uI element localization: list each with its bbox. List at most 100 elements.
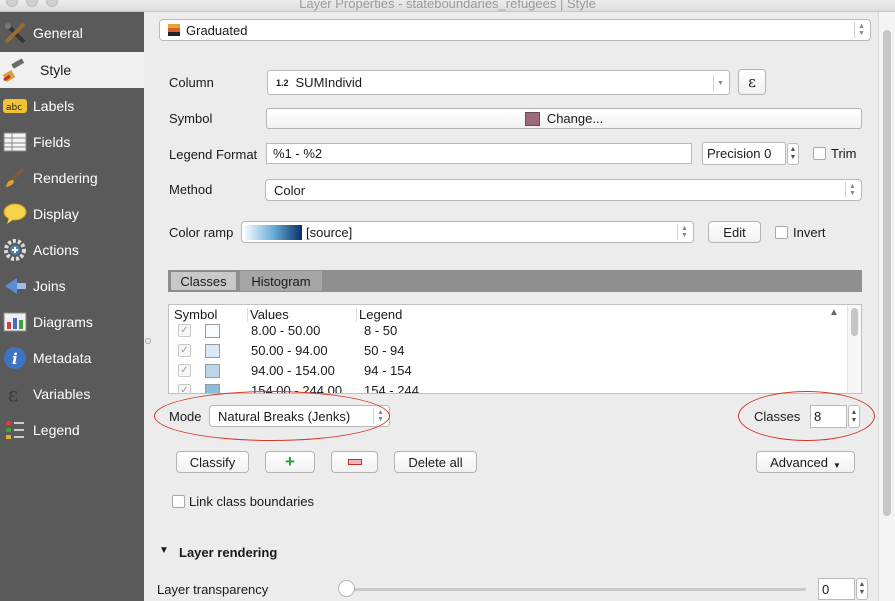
expression-button[interactable]: ε xyxy=(738,69,766,95)
class-visibility-checkbox[interactable]: ✓ xyxy=(178,364,191,377)
precision-input[interactable]: Precision 0 xyxy=(702,142,786,165)
tab-histogram[interactable]: Histogram xyxy=(240,271,322,291)
general-tools-icon xyxy=(2,20,28,46)
invert-checkbox[interactable] xyxy=(775,226,788,239)
class-legend[interactable]: 8 - 50 xyxy=(364,323,397,338)
header-divider xyxy=(356,308,357,322)
layer-transparency-label: Layer transparency xyxy=(157,582,269,597)
renderer-select[interactable]: Graduated ▲ ▼ xyxy=(159,19,871,41)
sidebar-item-style[interactable]: Style xyxy=(0,52,144,88)
column-header-symbol[interactable]: Symbol xyxy=(174,307,217,322)
sidebar-item-rendering[interactable]: Rendering xyxy=(0,160,144,196)
class-legend[interactable]: 94 - 154 xyxy=(364,363,412,378)
collapse-triangle-icon[interactable]: ▼ xyxy=(159,545,169,556)
sidebar-item-label: Labels xyxy=(33,98,75,114)
advanced-label: Advanced xyxy=(770,454,828,470)
method-select[interactable]: Color ▲ ▼ xyxy=(265,179,862,201)
classify-button[interactable]: Classify xyxy=(176,451,249,473)
splitter-handle[interactable] xyxy=(145,338,151,344)
window-scrollbar[interactable] xyxy=(878,12,895,601)
class-symbol-swatch[interactable] xyxy=(205,364,220,378)
labels-abc-icon: abc xyxy=(2,93,28,119)
sidebar-item-metadata[interactable]: i Metadata xyxy=(0,340,144,376)
sort-ascending-icon: ▲ xyxy=(829,307,839,318)
actions-gear-icon xyxy=(2,237,28,263)
class-visibility-checkbox[interactable]: ✓ xyxy=(178,324,191,337)
renderer-value: Graduated xyxy=(186,22,248,38)
class-symbol-swatch[interactable] xyxy=(205,384,220,393)
column-value: SUMIndivid xyxy=(295,75,362,90)
class-symbol-swatch[interactable] xyxy=(205,344,220,358)
numeric-field-type-icon: 1.2 xyxy=(276,77,289,88)
diagrams-icon xyxy=(2,309,28,335)
svg-text:ε: ε xyxy=(8,382,18,406)
class-visibility-checkbox[interactable]: ✓ xyxy=(178,384,191,393)
precision-stepper[interactable]: ▲ ▼ xyxy=(787,143,799,165)
layer-rendering-section-title[interactable]: Layer rendering xyxy=(179,545,277,560)
sidebar-item-variables[interactable]: ε Variables xyxy=(0,376,144,412)
sidebar-item-fields[interactable]: Fields xyxy=(0,124,144,160)
column-header-values[interactable]: Values xyxy=(250,307,289,322)
display-speech-icon xyxy=(2,201,28,227)
sidebar-item-joins[interactable]: Joins xyxy=(0,268,144,304)
header-divider xyxy=(247,308,248,322)
window-title: Layer Properties - stateboundaries_refug… xyxy=(299,0,596,11)
table-row[interactable]: ✓ 50.00 - 94.00 50 - 94 xyxy=(169,341,845,361)
classes-table[interactable]: Symbol Values Legend ▲ ✓ 8.00 - 50.00 8 … xyxy=(168,304,862,394)
select-arrows-icon: ▲ ▼ xyxy=(677,224,691,240)
color-ramp-label: Color ramp xyxy=(169,225,234,240)
sidebar-item-label: Rendering xyxy=(33,170,98,186)
window-title-bar: Layer Properties - stateboundaries_refug… xyxy=(0,0,895,12)
table-scrollbar-thumb[interactable] xyxy=(851,308,858,336)
legend-format-input[interactable]: %1 - %2 xyxy=(266,143,692,164)
link-class-boundaries-checkbox[interactable] xyxy=(172,495,185,508)
sidebar-item-general[interactable]: General xyxy=(0,15,144,51)
method-label: Method xyxy=(169,182,213,197)
transparency-input[interactable]: 0 xyxy=(818,578,855,600)
sidebar-item-label: Metadata xyxy=(33,350,92,366)
remove-class-button[interactable] xyxy=(331,451,378,473)
transparency-slider-handle[interactable] xyxy=(338,580,355,597)
transparency-stepper[interactable]: ▲ ▼ xyxy=(856,578,868,600)
sidebar-item-legend[interactable]: Legend xyxy=(0,412,144,448)
column-label: Column xyxy=(169,75,214,90)
class-symbol-swatch[interactable] xyxy=(205,324,220,338)
mode-highlight-annotation xyxy=(154,391,390,441)
table-row[interactable]: ✓ 94.00 - 154.00 94 - 154 xyxy=(169,361,845,381)
class-values[interactable]: 94.00 - 154.00 xyxy=(251,363,335,378)
sidebar-item-display[interactable]: Display xyxy=(0,196,144,232)
select-arrows-icon: ▲ ▼ xyxy=(854,22,868,38)
svg-text:abc: abc xyxy=(6,103,22,113)
class-legend[interactable]: 154 - 244 xyxy=(364,383,419,393)
joins-icon xyxy=(2,273,28,299)
transparency-slider-track[interactable] xyxy=(342,588,806,591)
class-values[interactable]: 50.00 - 94.00 xyxy=(251,343,328,358)
remove-minus-icon xyxy=(347,459,362,465)
symbol-preview-swatch xyxy=(524,111,540,126)
change-symbol-button[interactable]: Change... xyxy=(266,108,862,129)
sidebar-item-label: Variables xyxy=(33,386,91,402)
sidebar-item-actions[interactable]: Actions xyxy=(0,232,144,268)
table-scrollbar[interactable] xyxy=(847,305,861,393)
color-ramp-select[interactable]: [source] ▲ ▼ xyxy=(241,221,694,243)
class-values[interactable]: 8.00 - 50.00 xyxy=(251,323,320,338)
sidebar-item-diagrams[interactable]: Diagrams xyxy=(0,304,144,340)
window-scrollbar-thumb[interactable] xyxy=(883,30,891,516)
trim-label: Trim xyxy=(831,146,857,161)
link-class-boundaries-label: Link class boundaries xyxy=(189,494,315,509)
add-class-button[interactable]: + xyxy=(265,451,315,473)
column-select[interactable]: 1.2 SUMIndivid ▼ xyxy=(267,70,730,95)
tab-classes[interactable]: Classes xyxy=(170,271,237,291)
advanced-menu-button[interactable]: Advanced ▼ xyxy=(756,451,855,473)
trim-checkbox[interactable] xyxy=(813,147,826,160)
edit-ramp-button[interactable]: Edit xyxy=(708,221,761,243)
dropdown-arrow-icon: ▼ xyxy=(713,75,727,91)
class-visibility-checkbox[interactable]: ✓ xyxy=(178,344,191,357)
table-row[interactable]: ✓ 8.00 - 50.00 8 - 50 xyxy=(169,321,845,341)
class-legend[interactable]: 50 - 94 xyxy=(364,343,404,358)
sidebar-item-labels[interactable]: abc Labels xyxy=(0,88,144,124)
column-header-legend[interactable]: Legend xyxy=(359,307,402,322)
sidebar-item-label: Style xyxy=(40,62,72,78)
classes-histogram-tabbar: Classes Histogram xyxy=(168,270,862,292)
delete-all-button[interactable]: Delete all xyxy=(394,451,477,473)
